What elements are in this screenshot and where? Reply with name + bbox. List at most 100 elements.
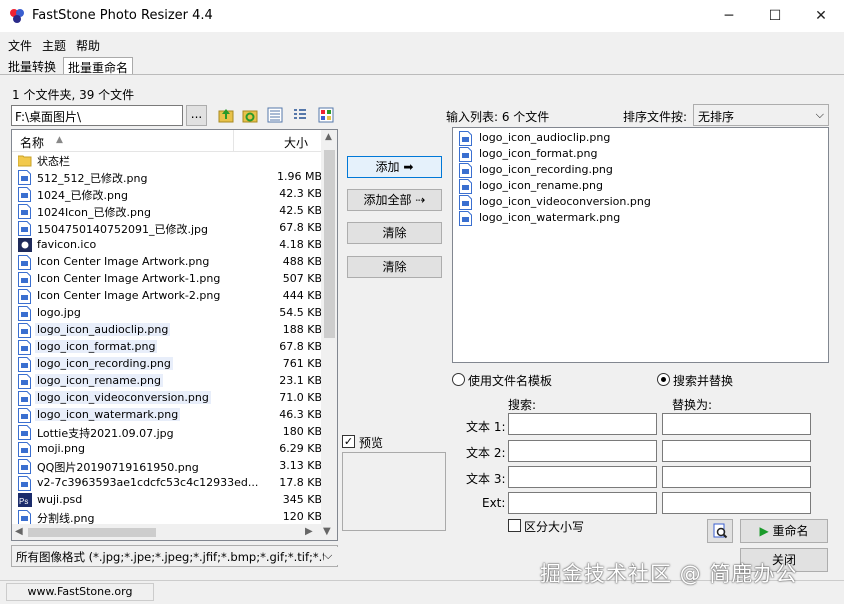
ext-search-input[interactable] — [508, 492, 657, 514]
input-file-list[interactable]: logo_icon_audioclip.png logo_icon_format.… — [452, 127, 829, 363]
view-list-icon[interactable] — [292, 107, 308, 123]
image-file-icon — [18, 374, 31, 389]
preview-rename-button[interactable] — [707, 519, 733, 543]
website-link[interactable]: www.FastStone.org — [6, 583, 154, 601]
scrollbar-thumb[interactable] — [324, 150, 335, 338]
file-name: logo_icon_rename.png — [35, 374, 163, 387]
input-file-name: logo_icon_watermark.png — [479, 211, 621, 224]
file-row[interactable]: logo_icon_rename.png 23.1 KB — [18, 373, 322, 390]
ext-label: Ext: — [482, 496, 506, 510]
sort-ascending-icon: ▲ — [56, 135, 63, 145]
refresh-icon[interactable] — [242, 107, 258, 123]
add-all-button-label: 添加全部 — [363, 193, 412, 207]
menu-bar: 文件 主题 帮助 — [0, 34, 844, 54]
scroll-up-icon[interactable]: ▲ — [325, 132, 332, 142]
path-input[interactable]: F:\桌面图片\ — [11, 105, 183, 126]
file-type-filter-select[interactable]: 所有图像格式 (*.jpg;*.jpe;*.jpeg;*.jfif;*.bmp;… — [11, 545, 338, 567]
minimize-button[interactable]: ─ — [706, 0, 752, 32]
file-row[interactable]: logo_icon_watermark.png 46.3 KB — [18, 407, 322, 424]
title-bar: FastStone Photo Resizer 4.4 ─ ☐ ✕ — [0, 0, 844, 32]
file-row[interactable]: Icon Center Image Artwork-2.png 444 KB — [18, 288, 322, 305]
file-size: 42.5 KB — [279, 204, 322, 217]
file-row[interactable]: 1504750140752091_已修改.jpg 67.8 KB — [18, 220, 322, 237]
file-name: favicon.ico — [37, 238, 97, 251]
vertical-scrollbar[interactable]: ▲ — [321, 130, 337, 524]
column-name-header[interactable]: 名称 — [20, 134, 44, 151]
file-size: 54.5 KB — [279, 306, 322, 319]
file-row[interactable]: Icon Center Image Artwork-1.png 507 KB — [18, 271, 322, 288]
file-row[interactable]: logo_icon_format.png 67.8 KB — [18, 339, 322, 356]
file-name: logo_icon_watermark.png — [35, 408, 181, 421]
add-button[interactable]: 添加 ➡ — [347, 156, 442, 178]
file-row[interactable]: 状态栏 — [17, 152, 318, 169]
preview-label: 预览 — [359, 436, 384, 450]
file-row[interactable]: QQ图片20190719161950.png 3.13 KB — [18, 458, 322, 475]
maximize-button[interactable]: ☐ — [752, 0, 798, 32]
case-sensitive-label: 区分大小写 — [524, 520, 585, 534]
file-name: logo_icon_format.png — [35, 340, 158, 353]
file-size: 444 KB — [282, 289, 322, 302]
file-row[interactable]: 512_512_已修改.png 1.96 MB — [18, 169, 322, 186]
ext-replace-input[interactable] — [662, 492, 811, 514]
image-file-icon — [18, 510, 31, 525]
text2-search-input[interactable] — [508, 440, 657, 462]
image-file-icon — [459, 131, 472, 146]
image-file-icon — [18, 357, 31, 372]
file-row[interactable]: Lottie支持2021.09.07.jpg 180 KB — [18, 424, 322, 441]
rename-button[interactable]: ▶ 重命名 — [740, 519, 828, 543]
file-row[interactable]: v2-7c3963593ae1cdcfc53c4c12933ed... 17.8 … — [18, 475, 322, 492]
file-browser-list[interactable]: 名称 ▲ 大小 状态栏 512_512_已修改.png 1.96 MB 1024_已修… — [11, 129, 338, 541]
add-all-button[interactable]: 添加全部 ⇢ — [347, 189, 442, 211]
folder-up-icon[interactable] — [218, 107, 234, 123]
text1-replace-input[interactable] — [662, 413, 811, 435]
file-row[interactable]: moji.png 6.29 KB — [18, 441, 322, 458]
browse-button[interactable]: ... — [186, 105, 207, 126]
image-file-icon — [459, 195, 472, 210]
file-row[interactable]: Icon Center Image Artwork.png 488 KB — [18, 254, 322, 271]
scroll-left-icon[interactable]: ◀ — [15, 526, 23, 537]
file-size: 6.29 KB — [279, 442, 322, 455]
text3-replace-input[interactable] — [662, 466, 811, 488]
file-row[interactable]: 1024_已修改.png 42.3 KB — [18, 186, 322, 203]
clear-button[interactable]: 清除 — [347, 222, 442, 244]
sort-select[interactable]: 无排序 ⌵ — [693, 104, 829, 126]
file-row[interactable]: logo_icon_videoconversion.png 71.0 KB — [18, 390, 322, 407]
tab-batch-convert[interactable]: 批量转换 — [4, 57, 60, 75]
file-row[interactable]: Ps wuji.psd 345 KB — [18, 492, 322, 509]
preview-checkbox[interactable]: ✓ — [342, 435, 355, 448]
file-name: logo_icon_videoconversion.png — [35, 391, 211, 404]
file-row[interactable]: logo.jpg 54.5 KB — [18, 305, 322, 322]
file-size: 67.8 KB — [279, 221, 322, 234]
view-details-icon[interactable] — [267, 107, 283, 123]
search-replace-radio-label: 搜索并替换 — [673, 374, 734, 388]
close-window-button[interactable]: ✕ — [798, 0, 844, 32]
case-sensitive-checkbox[interactable] — [508, 519, 521, 532]
text2-replace-input[interactable] — [662, 440, 811, 462]
file-row[interactable]: favicon.ico 4.18 KB — [18, 237, 322, 254]
chevron-down-icon[interactable]: ⌵ — [324, 547, 338, 565]
image-file-icon — [459, 147, 472, 162]
horizontal-scrollbar[interactable]: ◀ ▶ ▼ — [12, 524, 337, 540]
h-scrollbar-thumb[interactable] — [28, 528, 156, 537]
menu-file[interactable]: 文件 — [8, 37, 32, 54]
scroll-down-icon[interactable]: ▼ — [323, 526, 331, 537]
sort-select-value: 无排序 — [698, 110, 735, 124]
file-row[interactable]: logo_icon_recording.png 761 KB — [18, 356, 322, 373]
text1-search-input[interactable] — [508, 413, 657, 435]
search-replace-radio[interactable] — [657, 373, 670, 386]
file-row[interactable]: 1024Icon_已修改.png 42.5 KB — [18, 203, 322, 220]
file-size: 120 KB — [282, 510, 322, 523]
image-file-icon — [459, 179, 472, 194]
menu-help[interactable]: 帮助 — [76, 37, 100, 54]
app-logo-icon — [9, 8, 25, 24]
clear-all-button[interactable]: 清除 — [347, 256, 442, 278]
tab-batch-rename[interactable]: 批量重命名 — [63, 57, 134, 75]
image-file-icon — [18, 408, 31, 423]
file-row[interactable]: logo_icon_audioclip.png 188 KB — [18, 322, 322, 339]
scroll-right-icon[interactable]: ▶ — [305, 526, 313, 537]
view-thumbnails-icon[interactable] — [318, 107, 334, 123]
template-radio[interactable] — [452, 373, 465, 386]
menu-theme[interactable]: 主题 — [42, 37, 66, 54]
text3-search-input[interactable] — [508, 466, 657, 488]
column-size-header[interactable]: 大小 — [284, 134, 308, 151]
